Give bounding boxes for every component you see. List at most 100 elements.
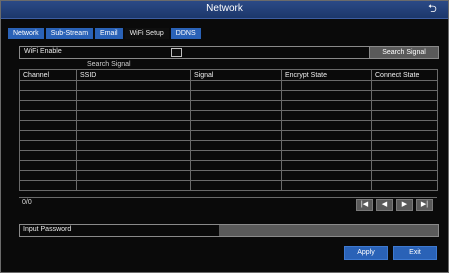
table-cell <box>371 90 438 101</box>
table-cell <box>190 130 282 141</box>
table-cell <box>190 150 282 161</box>
table-cell <box>19 170 77 181</box>
table-cell <box>190 160 282 171</box>
wifi-enable-label: WiFi Enable <box>24 48 62 55</box>
table-row[interactable] <box>19 160 438 171</box>
table-cell <box>19 150 77 161</box>
table-cell <box>281 110 372 121</box>
pager: |◀ ◀ ▶ ▶| <box>356 199 433 211</box>
table-cell <box>76 120 191 131</box>
password-input[interactable] <box>219 225 438 236</box>
wifi-enable-row: WiFi Enable Search Signal <box>19 46 439 59</box>
table-cell <box>76 160 191 171</box>
tab-ddns[interactable]: DDNS <box>170 28 201 39</box>
wifi-signal-table: Channel SSID Signal Encrypt State Connec… <box>19 69 438 191</box>
table-header-row: Channel SSID Signal Encrypt State Connec… <box>19 69 438 81</box>
column-header-connect-state[interactable]: Connect State <box>371 69 438 81</box>
table-cell <box>371 170 438 181</box>
table-row[interactable] <box>19 170 438 181</box>
tab-sub-stream[interactable]: Sub-Stream <box>45 28 94 39</box>
window-title: Network <box>206 3 243 14</box>
table-cell <box>371 160 438 171</box>
tab-network[interactable]: Network <box>8 28 44 39</box>
last-page-icon[interactable]: ▶| <box>416 199 433 211</box>
title-bar: Network ⮌ <box>1 1 448 19</box>
table-cell <box>76 110 191 121</box>
table-cell <box>76 150 191 161</box>
table-cell <box>76 90 191 101</box>
prev-page-icon[interactable]: ◀ <box>376 199 393 211</box>
table-cell <box>19 110 77 121</box>
table-row[interactable] <box>19 80 438 91</box>
password-label: Input Password <box>23 226 72 233</box>
pager-row: 0/0 |◀ ◀ ▶ ▶| <box>19 197 437 211</box>
table-cell <box>19 180 77 191</box>
table-cell <box>281 170 372 181</box>
table-cell <box>190 120 282 131</box>
exit-button[interactable]: Exit <box>393 246 437 260</box>
table-cell <box>371 180 438 191</box>
search-signal-caption: Search Signal <box>87 61 131 68</box>
table-cell <box>19 80 77 91</box>
table-cell <box>281 160 372 171</box>
table-cell <box>19 140 77 151</box>
table-cell <box>371 120 438 131</box>
column-header-signal[interactable]: Signal <box>190 69 282 81</box>
table-cell <box>190 110 282 121</box>
table-cell <box>281 140 372 151</box>
tab-wifi-setup[interactable]: WiFi Setup <box>124 28 169 39</box>
table-cell <box>371 130 438 141</box>
column-header-ssid[interactable]: SSID <box>76 69 191 81</box>
table-cell <box>190 100 282 111</box>
first-page-icon[interactable]: |◀ <box>356 199 373 211</box>
table-cell <box>190 140 282 151</box>
table-cell <box>371 80 438 91</box>
table-cell <box>281 120 372 131</box>
network-window: Network ⮌ Network Sub-Stream Email WiFi … <box>0 0 449 273</box>
table-body <box>19 80 438 191</box>
table-row[interactable] <box>19 110 438 121</box>
table-cell <box>281 100 372 111</box>
table-row[interactable] <box>19 180 438 191</box>
table-cell <box>19 120 77 131</box>
table-cell <box>76 170 191 181</box>
table-cell <box>281 150 372 161</box>
apply-button[interactable]: Apply <box>344 246 388 260</box>
table-cell <box>76 130 191 141</box>
column-header-channel[interactable]: Channel <box>19 69 77 81</box>
table-cell <box>76 80 191 91</box>
wifi-enable-checkbox[interactable] <box>171 48 182 57</box>
table-cell <box>190 80 282 91</box>
table-cell <box>281 130 372 141</box>
table-cell <box>281 180 372 191</box>
search-signal-button[interactable]: Search Signal <box>369 47 438 58</box>
table-cell <box>76 100 191 111</box>
next-page-icon[interactable]: ▶ <box>396 199 413 211</box>
table-cell <box>190 180 282 191</box>
table-cell <box>19 160 77 171</box>
table-cell <box>281 90 372 101</box>
table-cell <box>371 110 438 121</box>
table-row[interactable] <box>19 90 438 101</box>
table-cell <box>371 150 438 161</box>
table-cell <box>19 130 77 141</box>
password-row: Input Password <box>19 224 439 237</box>
tab-bar: Network Sub-Stream Email WiFi Setup DDNS <box>8 28 201 39</box>
table-cell <box>76 140 191 151</box>
table-cell <box>19 90 77 101</box>
table-cell <box>371 140 438 151</box>
column-header-encrypt-state[interactable]: Encrypt State <box>281 69 372 81</box>
table-row[interactable] <box>19 140 438 151</box>
tab-email[interactable]: Email <box>95 28 123 39</box>
result-count: 0/0 <box>22 199 32 206</box>
table-cell <box>281 80 372 91</box>
table-cell <box>19 100 77 111</box>
back-icon[interactable]: ⮌ <box>428 3 440 15</box>
table-cell <box>190 90 282 101</box>
table-row[interactable] <box>19 120 438 131</box>
table-cell <box>371 100 438 111</box>
table-row[interactable] <box>19 150 438 161</box>
table-row[interactable] <box>19 130 438 141</box>
table-cell <box>76 180 191 191</box>
table-row[interactable] <box>19 100 438 111</box>
